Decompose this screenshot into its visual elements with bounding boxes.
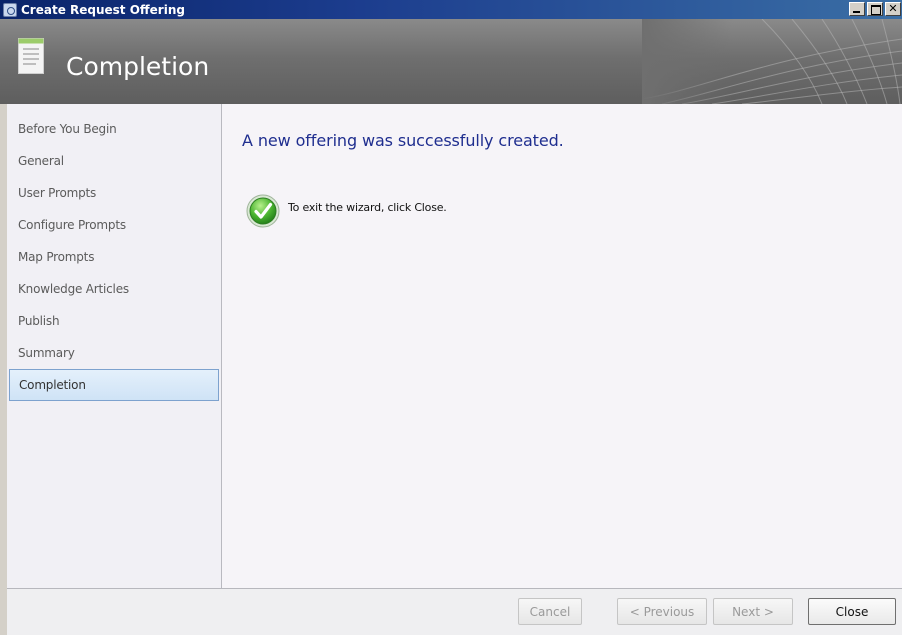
page-title: Completion	[66, 52, 210, 81]
document-icon	[18, 38, 44, 74]
wizard-footer: Cancel < Previous Next > Close	[7, 588, 902, 635]
app-icon	[3, 2, 17, 17]
wizard-content: A new offering was successfully created.…	[222, 104, 902, 588]
wizard-window: Create Request Offering ✕ Completion Bef…	[0, 0, 902, 635]
close-window-button[interactable]: ✕	[885, 2, 901, 16]
nav-item-user-prompts[interactable]: User Prompts	[9, 178, 219, 208]
exit-instructions: To exit the wizard, click Close.	[288, 201, 447, 214]
wizard-header: Completion	[0, 19, 902, 104]
success-heading: A new offering was successfully created.	[242, 131, 564, 150]
nav-item-before-you-begin[interactable]: Before You Begin	[9, 114, 219, 144]
header-wave-decoration	[642, 19, 902, 104]
minimize-button[interactable]	[849, 2, 865, 16]
cancel-button[interactable]: Cancel	[518, 598, 582, 625]
nav-item-knowledge-articles[interactable]: Knowledge Articles	[9, 274, 219, 304]
green-check-icon	[246, 194, 280, 228]
maximize-button[interactable]	[867, 2, 883, 16]
nav-item-summary[interactable]: Summary	[9, 338, 219, 368]
wizard-steps-nav: Before You Begin General User Prompts Co…	[7, 104, 222, 588]
nav-item-completion[interactable]: Completion	[9, 369, 219, 401]
window-title: Create Request Offering	[21, 2, 185, 17]
nav-item-map-prompts[interactable]: Map Prompts	[9, 242, 219, 272]
next-button[interactable]: Next >	[713, 598, 793, 625]
nav-item-general[interactable]: General	[9, 146, 219, 176]
title-bar[interactable]: Create Request Offering ✕	[0, 0, 902, 19]
previous-button[interactable]: < Previous	[617, 598, 707, 625]
close-button[interactable]: Close	[808, 598, 896, 625]
window-controls: ✕	[849, 2, 901, 16]
nav-item-publish[interactable]: Publish	[9, 306, 219, 336]
nav-item-configure-prompts[interactable]: Configure Prompts	[9, 210, 219, 240]
window-left-edge	[0, 104, 7, 635]
